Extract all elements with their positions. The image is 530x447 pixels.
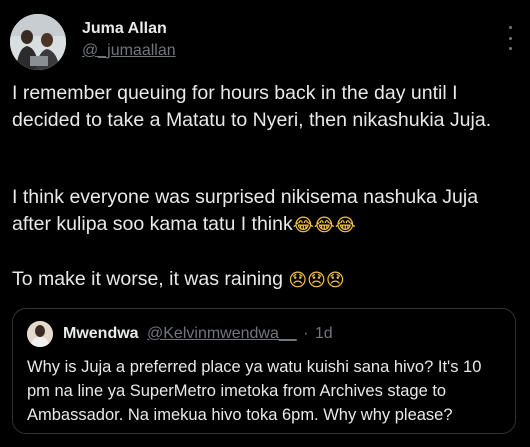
quoted-tweet-time[interactable]: 1d: [315, 325, 333, 342]
tweet-paragraph-2: I think everyone was surprised nikisema …: [12, 184, 522, 238]
quoted-author-handle[interactable]: @Kelvinmwendwa__: [147, 325, 297, 342]
disappointed-face-emoji: 😞😞😞: [288, 270, 345, 291]
author-avatar-image: [10, 14, 66, 70]
author-name[interactable]: Juma Allan: [82, 20, 167, 38]
quoted-author-avatar[interactable]: [27, 321, 53, 347]
more-vertical-icon: [508, 36, 512, 40]
tweet-paragraph-3: To make it worse, it was raining 😞😞😞: [12, 266, 522, 293]
tears-of-joy-emoji: 😂😂😂: [292, 215, 356, 236]
quoted-tweet-header: Mwendwa @Kelvinmwendwa__ · 1d: [63, 325, 333, 343]
quoted-author-name[interactable]: Mwendwa: [63, 325, 139, 342]
quoted-tweet[interactable]: Mwendwa @Kelvinmwendwa__ · 1d Why is Juj…: [12, 308, 516, 434]
author-avatar[interactable]: [10, 14, 66, 70]
quoted-tweet-text: Why is Juja a preferred place ya watu ku…: [27, 358, 482, 424]
more-vertical-icon: [508, 26, 512, 29]
tweet: Juma Allan @_jumaallan I remember queuin…: [0, 0, 530, 447]
more-vertical-icon: [508, 47, 512, 50]
author-handle[interactable]: @_jumaallan: [82, 42, 176, 60]
tweet-paragraph-2-text: I think everyone was surprised nikisema …: [12, 186, 484, 235]
tweet-paragraph-1: I remember queuing for hours back in the…: [12, 82, 492, 131]
separator-dot: ·: [303, 325, 309, 342]
tweet-paragraph-3-text: To make it worse, it was raining: [12, 268, 283, 290]
more-options-button[interactable]: [504, 26, 516, 50]
quoted-author-avatar-image: [27, 321, 53, 347]
